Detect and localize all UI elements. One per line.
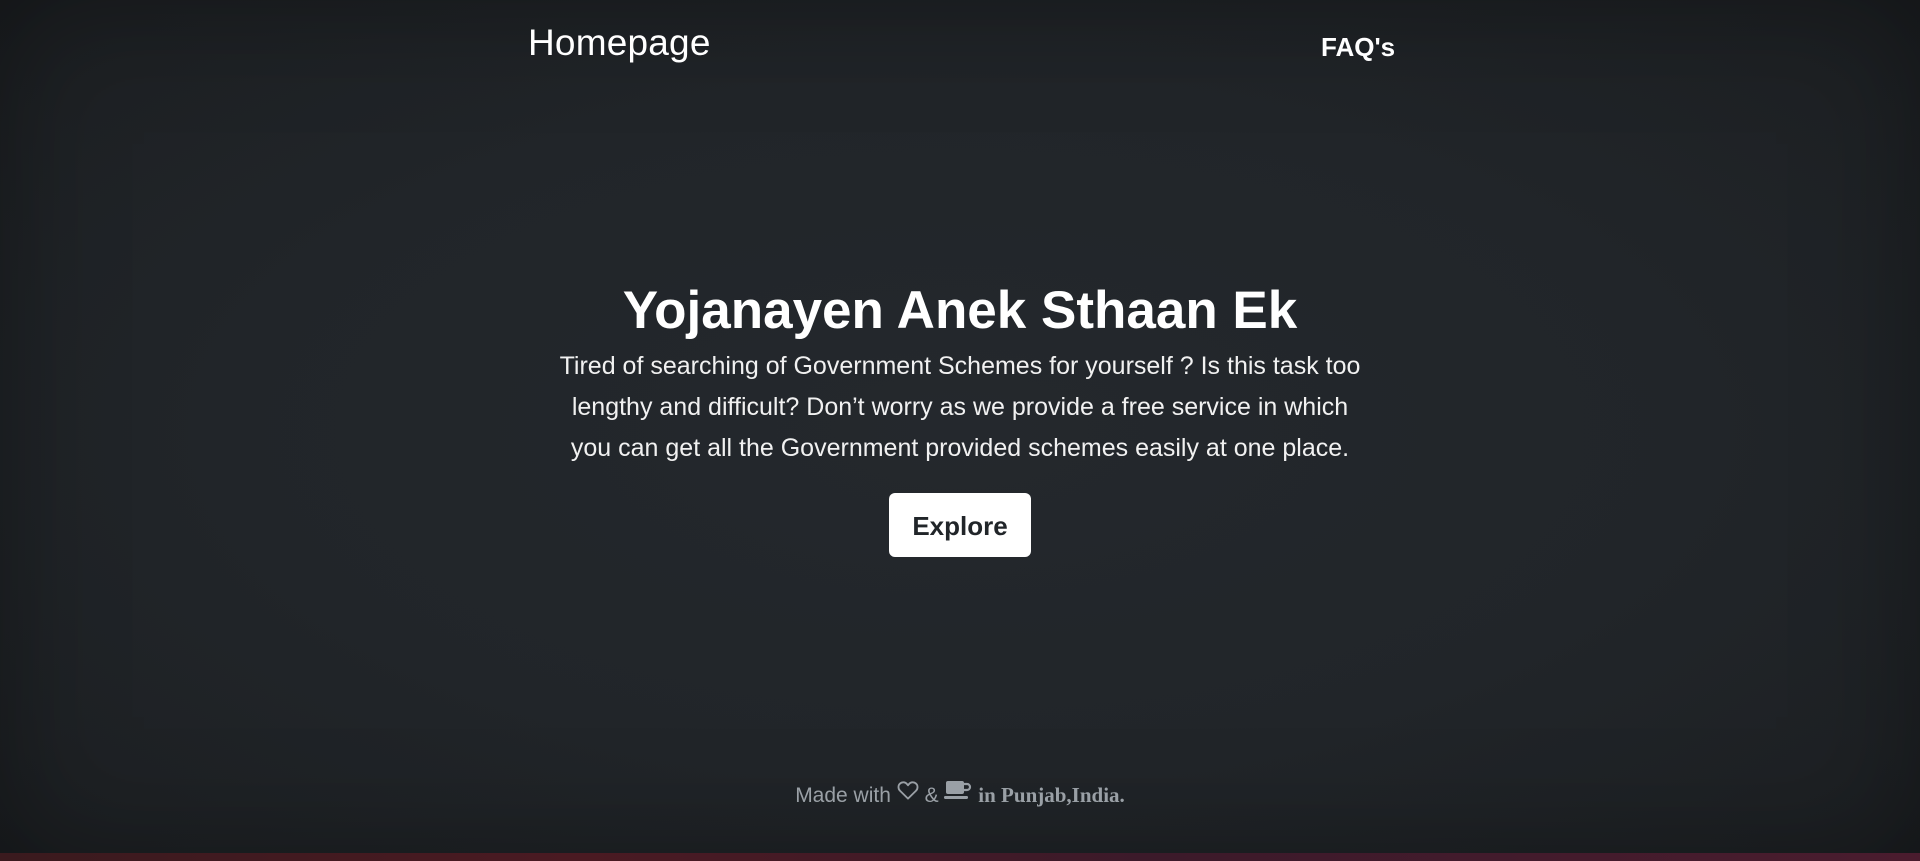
footer-made-with: Made with [795, 784, 891, 807]
footer-location: in Punjab,India. [978, 783, 1125, 807]
page: Homepage FAQ's Yojanayen Anek Sthaan Ek … [0, 0, 1920, 861]
nav-faq-link[interactable]: FAQ's [1321, 32, 1395, 63]
brand-homepage-link[interactable]: Homepage [528, 22, 711, 64]
top-navbar: Homepage FAQ's [0, 0, 1920, 96]
bottom-accent-strip [0, 853, 1920, 861]
explore-button[interactable]: Explore [889, 493, 1031, 557]
heart-icon [897, 779, 919, 809]
hero-description: Tired of searching of Government Schemes… [559, 352, 1361, 462]
footer-ampersand: & [924, 784, 939, 807]
hero-title: Yojanayen Anek Sthaan Ek [622, 281, 1298, 340]
hero-section: Yojanayen Anek Sthaan Ek Tired of search… [0, 276, 1920, 557]
coffee-cup-icon [944, 779, 972, 810]
footer: Made with & in Punjab,India. [0, 780, 1920, 812]
